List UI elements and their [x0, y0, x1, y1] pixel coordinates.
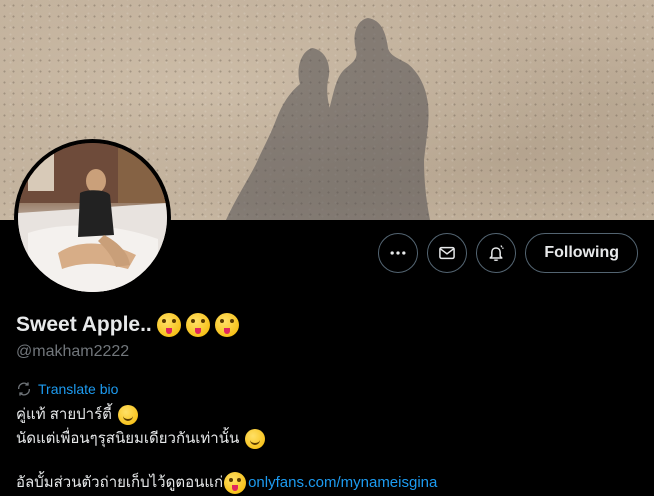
- bell-icon: [489, 245, 505, 262]
- bio-line: นัดแต่เพื่อนๆรุสนิยมเดียวกันเท่านั้น: [16, 427, 646, 451]
- zany-face-icon: [224, 472, 247, 494]
- bio-external-link[interactable]: onlyfans.com/mynameisgina: [248, 472, 437, 494]
- smile-icon: [245, 429, 266, 449]
- mail-icon: [439, 246, 456, 260]
- following-button[interactable]: Following: [525, 233, 638, 273]
- zany-face-icon: [156, 313, 181, 337]
- zany-face-icon: [185, 313, 210, 337]
- profile-actions: Following: [378, 233, 638, 273]
- bio-line: คู่แท้ สายปาร์ตี้: [16, 403, 646, 427]
- smile-icon: [117, 405, 138, 425]
- profile-avatar-frame[interactable]: [14, 139, 171, 296]
- display-name: Sweet Apple..: [16, 313, 152, 336]
- translate-icon: [18, 382, 30, 396]
- display-name-row: Sweet Apple..: [16, 313, 239, 337]
- message-button[interactable]: [427, 233, 468, 273]
- bio-text: คู่แท้ สายปาร์ตี้: [16, 406, 112, 423]
- zany-face-icon: [214, 313, 239, 337]
- avatar[interactable]: [18, 143, 167, 292]
- translate-bio-label[interactable]: Translate bio: [38, 381, 118, 397]
- translate-bio-link[interactable]: Translate bio: [16, 381, 118, 397]
- bio-text: อัลบั้มส่วนตัวถ่ายเก็บไว้ดูตอนแก่: [16, 474, 224, 491]
- user-handle: @makham2222: [16, 343, 130, 360]
- avatar-photo: [18, 143, 167, 292]
- bio-text: นัดแต่เพื่อนๆรุสนิยมเดียวกันเท่านั้น: [16, 430, 240, 447]
- profile-bio: คู่แท้ สายปาร์ตี้ นัดแต่เพื่อนๆรุสนิยมเด…: [16, 403, 646, 495]
- bio-line: อัลบั้มส่วนตัวถ่ายเก็บไว้ดูตอนแก่ onlyfa…: [16, 471, 646, 495]
- more-button[interactable]: [378, 233, 419, 273]
- notifications-button[interactable]: [476, 233, 517, 273]
- more-icon: [390, 251, 406, 255]
- bio-spacer: [16, 451, 646, 471]
